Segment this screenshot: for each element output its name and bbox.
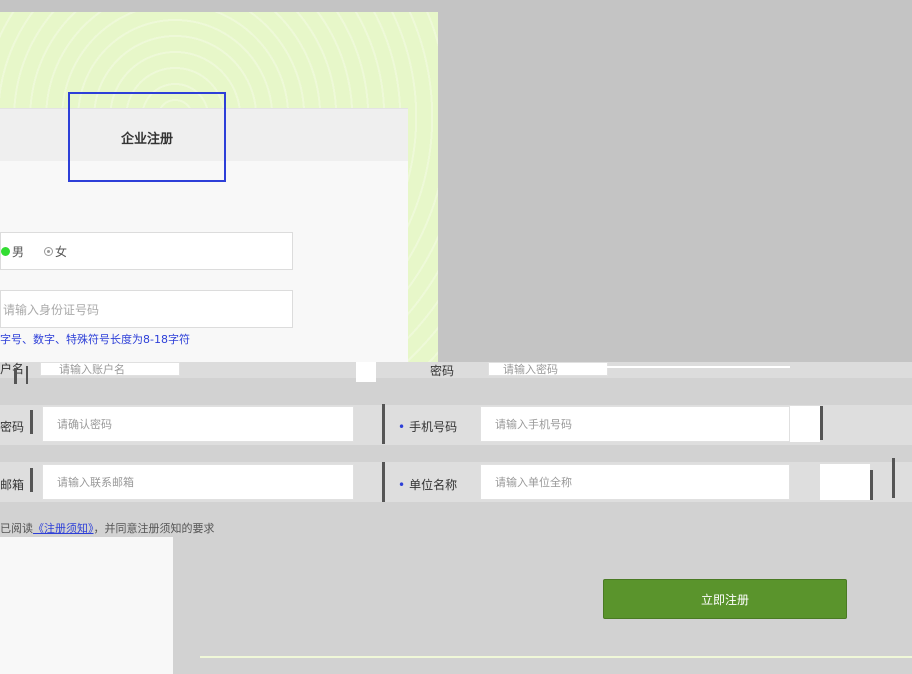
email-label: 邮箱 — [0, 478, 25, 492]
render-artifact — [382, 404, 385, 444]
radio-selected-icon — [1, 246, 10, 256]
email-input[interactable]: 请输入联系邮箱 — [42, 464, 354, 500]
username-label: 户名 — [0, 362, 25, 376]
password-hint: 字号、数字、特殊符号长度为8-18字符 — [0, 333, 190, 346]
render-artifact — [892, 458, 895, 498]
render-artifact — [820, 464, 870, 500]
agreement-text: 已阅读《注册须知》，并同意注册须知的要求 — [0, 522, 215, 535]
render-artifact — [26, 366, 28, 384]
form-panel-bottom — [0, 537, 173, 674]
decorative-line — [200, 656, 912, 658]
tab-enterprise-register[interactable]: 企业注册 — [68, 92, 226, 182]
password-label: 密码 — [430, 364, 455, 378]
username-input[interactable]: 请输入账户名 — [40, 362, 180, 376]
confirm-password-label: 密码 — [0, 420, 25, 434]
agreement-link[interactable]: 《注册须知》 — [33, 522, 94, 535]
render-artifact — [790, 406, 820, 442]
gender-field: 男 女 — [0, 232, 293, 270]
register-button[interactable]: 立即注册 — [603, 579, 847, 619]
phone-input[interactable]: 请输入手机号码 — [480, 406, 790, 442]
company-label: • 单位名称 — [398, 478, 458, 492]
render-artifact — [382, 462, 385, 502]
gender-male-radio[interactable]: 男 — [1, 243, 24, 260]
render-artifact — [356, 362, 376, 382]
render-artifact — [14, 368, 17, 384]
id-number-input[interactable]: 请输入身份证号码 — [0, 290, 293, 328]
tab-label: 企业注册 — [120, 131, 173, 147]
render-artifact — [870, 470, 873, 500]
password-input[interactable]: 请输入密码 — [488, 362, 608, 376]
render-artifact — [820, 406, 823, 440]
company-input[interactable]: 请输入单位全称 — [480, 464, 790, 500]
confirm-password-input[interactable]: 请确认密码 — [42, 406, 354, 442]
render-artifact — [600, 366, 790, 368]
render-artifact — [30, 468, 33, 492]
gender-female-radio[interactable]: 女 — [44, 243, 67, 260]
render-artifact — [30, 410, 33, 434]
radio-unselected-icon — [44, 246, 54, 256]
phone-label: • 手机号码 — [398, 420, 458, 434]
overlay-band — [0, 362, 912, 537]
